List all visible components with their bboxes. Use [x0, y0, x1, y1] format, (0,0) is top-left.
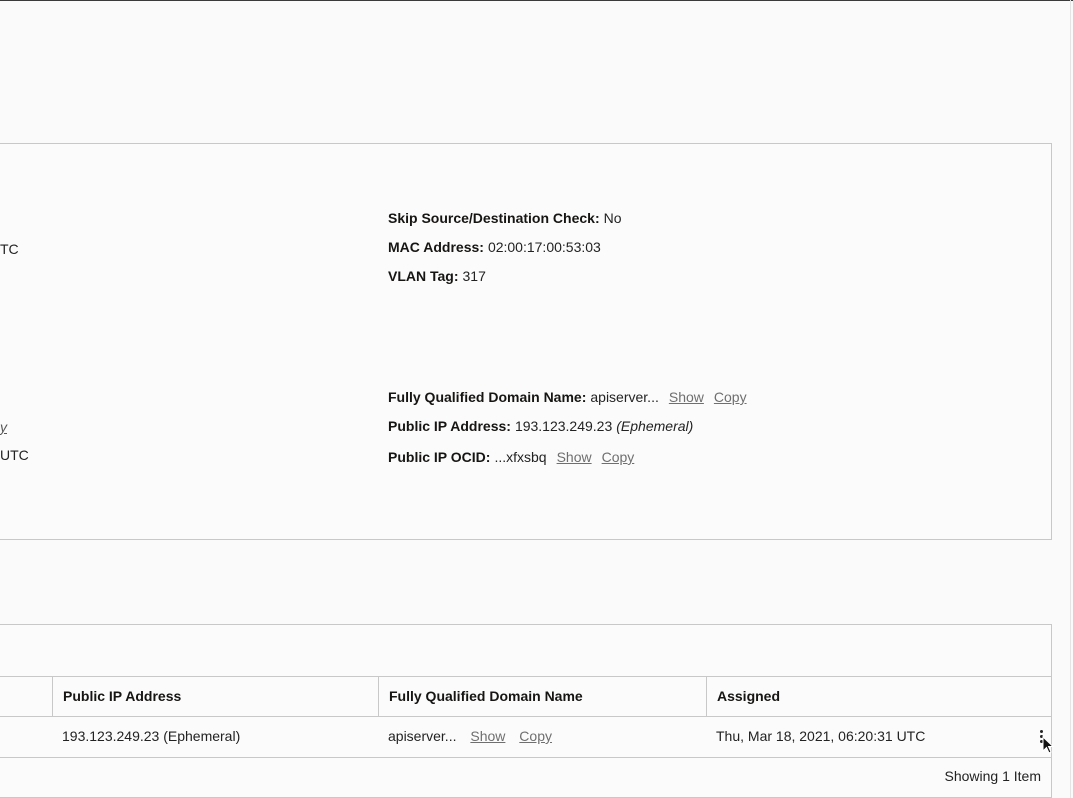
window-edge	[1070, 0, 1071, 798]
truncated-left-link[interactable]: y	[0, 419, 7, 435]
fqdn-value: apiserver...	[590, 389, 659, 405]
truncated-left-text: UTC	[0, 447, 29, 463]
public-ip-ocid-label: Public IP OCID:	[388, 449, 491, 465]
skip-check-value: No	[603, 210, 622, 226]
column-header-assigned[interactable]: Assigned	[706, 677, 1051, 716]
column-header-fqdn[interactable]: Fully Qualified Domain Name	[378, 677, 706, 716]
table-row: 193.123.249.23 (Ephemeral) apiserver... …	[0, 716, 1051, 758]
skip-check-label: Skip Source/Destination Check:	[388, 210, 600, 226]
vlan-tag-value: 317	[462, 268, 486, 284]
cell-fqdn: apiserver... Show Copy	[378, 716, 706, 757]
mac-address-label: MAC Address:	[388, 239, 484, 255]
cell-fqdn-value: apiserver...	[388, 728, 457, 744]
public-ip-table: Public IP Address Fully Qualified Domain…	[0, 624, 1052, 798]
vlan-tag-label: VLAN Tag:	[388, 268, 459, 284]
column-header-public-ip[interactable]: Public IP Address	[52, 677, 378, 716]
vlan-tag-row: VLAN Tag: 317	[388, 268, 486, 284]
mac-address-value: 02:00:17:00:53:03	[487, 239, 601, 255]
fqdn-copy-link[interactable]: Copy	[714, 389, 747, 405]
top-divider	[0, 0, 1073, 1]
fqdn-label: Fully Qualified Domain Name:	[388, 389, 587, 405]
cell-public-ip: 193.123.249.23 (Ephemeral)	[62, 728, 241, 744]
cell-assigned: Thu, Mar 18, 2021, 06:20:31 UTC	[716, 728, 926, 744]
fqdn-row: Fully Qualified Domain Name: apiserver..…	[388, 389, 747, 405]
public-ip-type: (Ephemeral)	[616, 418, 694, 434]
table-header: Public IP Address Fully Qualified Domain…	[0, 676, 1051, 717]
mac-address-row: MAC Address: 02:00:17:00:53:03	[388, 239, 601, 255]
ocid-copy-link[interactable]: Copy	[602, 449, 635, 465]
public-ip-value: 193.123.249.23	[514, 418, 613, 434]
table-item-count: Showing 1 Item	[944, 768, 1042, 784]
truncated-left-text: TC	[0, 241, 19, 257]
ocid-show-link[interactable]: Show	[557, 449, 592, 465]
public-ip-ocid-row: Public IP OCID: ...xfxsbq Show Copy	[388, 449, 634, 465]
row-fqdn-copy-link[interactable]: Copy	[519, 728, 552, 744]
row-fqdn-show-link[interactable]: Show	[470, 728, 505, 744]
public-ip-row: Public IP Address: 193.123.249.23 (Ephem…	[388, 418, 693, 434]
public-ip-label: Public IP Address:	[388, 418, 511, 434]
skip-check-row: Skip Source/Destination Check: No	[388, 210, 622, 226]
fqdn-show-link[interactable]: Show	[669, 389, 704, 405]
vnic-info-panel	[0, 143, 1052, 540]
public-ip-ocid-value: ...xfxsbq	[494, 449, 547, 465]
mouse-pointer-icon	[1042, 736, 1055, 754]
